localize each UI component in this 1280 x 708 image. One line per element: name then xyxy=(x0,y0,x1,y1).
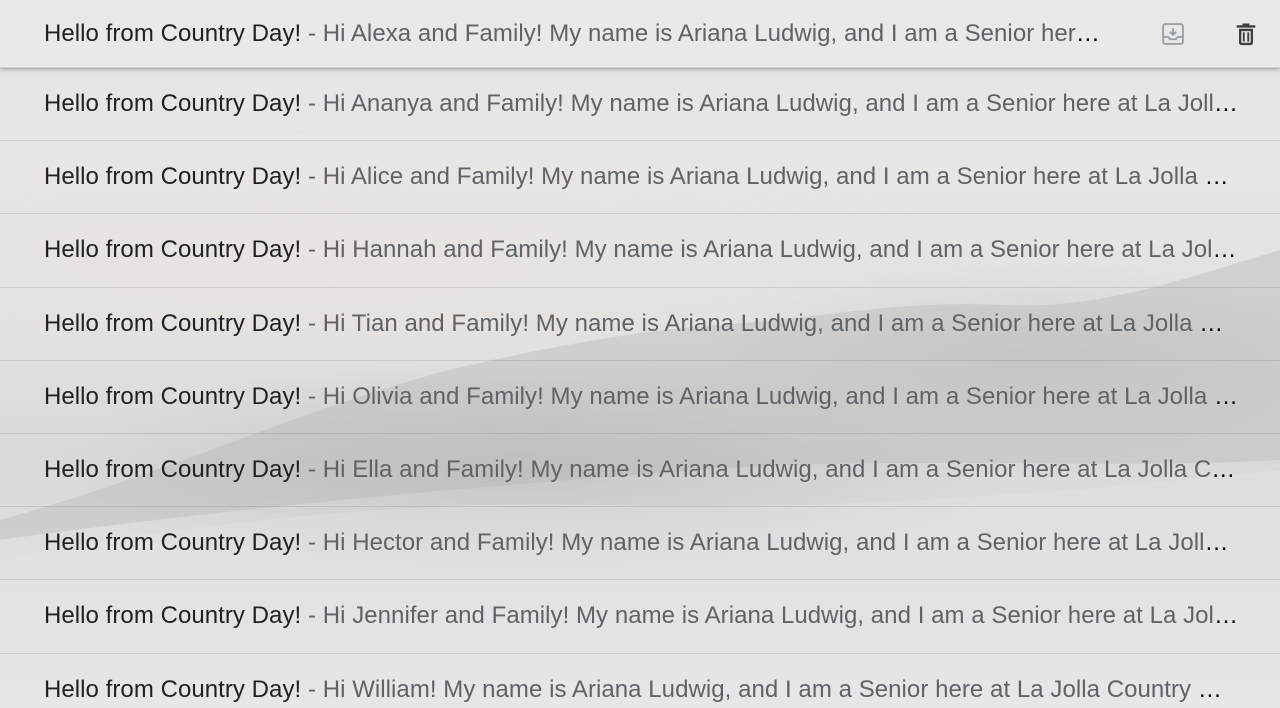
archive-icon xyxy=(1162,23,1184,45)
message-separator: - xyxy=(301,19,323,47)
message-snippet: Hi Olivia and Family! My name is Ariana … xyxy=(322,382,1238,410)
message-snippet: Hi Hector and Family! My name is Ariana … xyxy=(322,529,1238,557)
message-line: Hello from Country Day! - Hi Hector and … xyxy=(44,528,1238,558)
message-separator: - xyxy=(301,163,323,191)
delete-button[interactable] xyxy=(1226,14,1266,54)
message-line: Hello from Country Day! - Hi William! My… xyxy=(44,675,1238,705)
message-row[interactable]: Hello from Country Day! - Hi Tian and Fa… xyxy=(0,287,1280,361)
message-separator: - xyxy=(301,236,323,264)
message-separator: - xyxy=(301,529,323,557)
message-subject: Hello from Country Day! xyxy=(44,382,302,410)
message-line: Hello from Country Day! - Hi Hannah and … xyxy=(44,235,1238,265)
message-line: Hello from Country Day! - Hi Alexa and F… xyxy=(44,19,1110,49)
message-subject: Hello from Country Day! xyxy=(44,456,302,484)
message-subject: Hello from Country Day! xyxy=(44,236,302,264)
message-snippet: Hi Ella and Family! My name is Ariana Lu… xyxy=(322,456,1238,484)
message-row[interactable]: Hello from Country Day! - Hi Ananya and … xyxy=(0,68,1280,142)
message-row[interactable]: Hello from Country Day! - Hi Hannah and … xyxy=(0,214,1280,288)
message-subject: Hello from Country Day! xyxy=(44,19,302,47)
message-subject: Hello from Country Day! xyxy=(44,163,302,191)
message-separator: - xyxy=(301,602,323,630)
message-snippet: Hi Hannah and Family! My name is Ariana … xyxy=(322,236,1238,264)
message-line: Hello from Country Day! - Hi Tian and Fa… xyxy=(44,309,1238,339)
message-row[interactable]: Hello from Country Day! - Hi Ella and Fa… xyxy=(0,433,1280,508)
message-snippet: Hi Jennifer and Family! My name is Arian… xyxy=(322,602,1238,630)
message-row[interactable]: Hello from Country Day! - Hi Alexa and F… xyxy=(0,0,1280,68)
message-snippet: Hi William! My name is Ariana Ludwig, an… xyxy=(322,675,1238,703)
message-row[interactable]: Hello from Country Day! - Hi Jennifer an… xyxy=(0,580,1280,654)
message-separator: - xyxy=(301,309,323,337)
message-snippet: Hi Alice and Family! My name is Ariana L… xyxy=(322,163,1238,191)
message-separator: - xyxy=(301,456,323,484)
message-separator: - xyxy=(301,675,323,703)
message-line: Hello from Country Day! - Hi Olivia and … xyxy=(44,382,1238,412)
message-separator: - xyxy=(301,382,323,410)
message-separator: - xyxy=(301,90,323,118)
message-subject: Hello from Country Day! xyxy=(44,529,302,557)
message-subject: Hello from Country Day! xyxy=(44,675,302,703)
message-line: Hello from Country Day! - Hi Ananya and … xyxy=(44,89,1238,119)
message-subject: Hello from Country Day! xyxy=(44,309,302,337)
trash-icon xyxy=(1236,23,1256,46)
archive-button[interactable] xyxy=(1153,14,1193,54)
message-row[interactable]: Hello from Country Day! - Hi Olivia and … xyxy=(0,360,1280,434)
message-line: Hello from Country Day! - Hi Ella and Fa… xyxy=(44,455,1238,485)
message-subject: Hello from Country Day! xyxy=(44,602,302,630)
message-row[interactable]: Hello from Country Day! - Hi Hector and … xyxy=(0,507,1280,581)
message-snippet: Hi Ananya and Family! My name is Ariana … xyxy=(322,90,1238,118)
message-row[interactable]: Hello from Country Day! - Hi Alice and F… xyxy=(0,141,1280,215)
message-snippet: Hi Alexa and Family! My name is Ariana L… xyxy=(322,19,1110,47)
row-hover-actions xyxy=(1153,0,1280,68)
message-subject: Hello from Country Day! xyxy=(44,90,302,118)
message-row[interactable]: Hello from Country Day! - Hi William! My… xyxy=(0,653,1280,708)
message-list: Hello from Country Day! - Hi Alexa and F… xyxy=(0,0,1280,708)
message-snippet: Hi Tian and Family! My name is Ariana Lu… xyxy=(322,309,1238,337)
message-line: Hello from Country Day! - Hi Jennifer an… xyxy=(44,601,1238,631)
message-line: Hello from Country Day! - Hi Alice and F… xyxy=(44,162,1238,192)
